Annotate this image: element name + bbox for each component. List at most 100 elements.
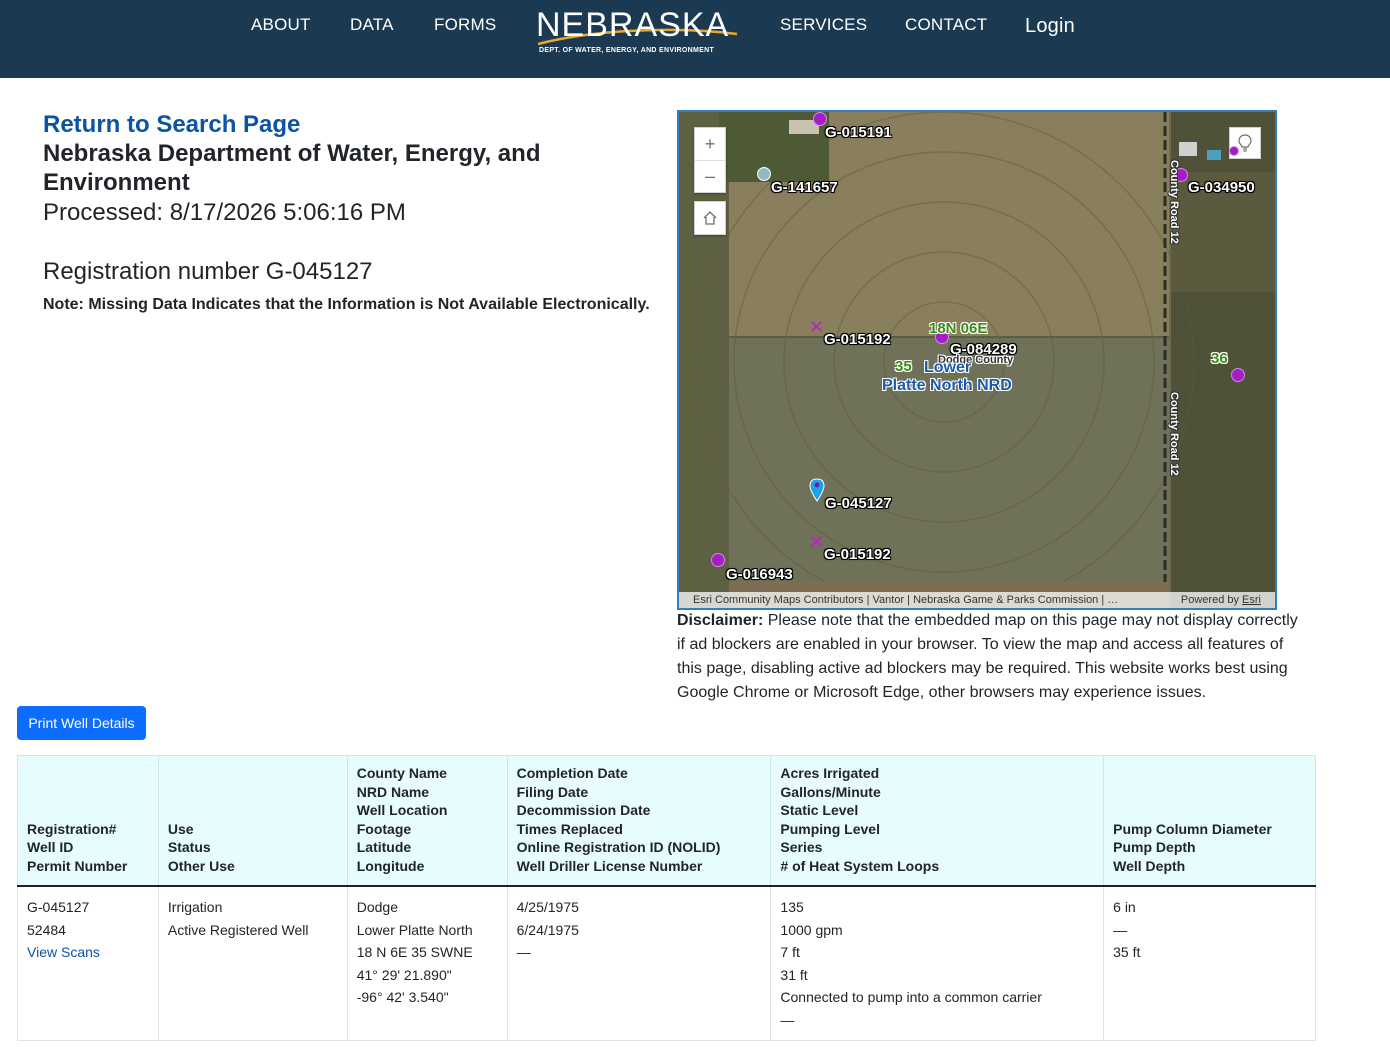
header-line: Gallons/Minute [780,783,881,800]
longitude-value: -96° 42' 3.540" [356,989,449,1006]
nav-services[interactable]: SERVICES [780,15,867,35]
township-label: 18N 06E [929,320,988,337]
header-use: Use Status Other Use [157,755,348,887]
well-label: G-034950 [1188,179,1255,196]
header-line: Latitude [356,839,412,855]
map-attribution: Esri Community Maps Contributors | Vanto… [679,592,1275,608]
header-line: Filing Date [516,783,589,800]
header-dates: Completion Date Filing Date Decommission… [506,755,772,887]
powered-by-text: Powered by [1180,594,1239,606]
nav-forms[interactable]: FORMS [434,15,496,35]
header-line: County Name [356,765,447,781]
header-line: Longitude [356,857,425,874]
return-to-search-link[interactable]: Return to Search Page [43,110,300,139]
pump-depth-value: — [1113,921,1128,938]
header-line: Use [167,820,194,837]
table-header-row: Registration# Well ID Permit Number Use … [17,755,1316,887]
nav-contact[interactable]: CONTACT [905,15,987,35]
header-registration: Registration# Well ID Permit Number [17,755,159,887]
road-label: County Road 12 [1168,392,1180,476]
selected-well-pin-icon[interactable] [809,478,825,502]
well-label: G-016943 [726,566,793,583]
header-line: Pumping Level [780,820,880,837]
header-line: Well Location [356,802,448,818]
home-icon [703,211,717,225]
well-details-table: Registration# Well ID Permit Number Use … [17,755,1316,1041]
header-line: NRD Name [356,783,430,800]
header-line: Registration# [27,820,117,837]
top-navigation-bar: ABOUT DATA FORMS NEBRASKA DEPT. OF WATER… [0,0,1390,78]
well-label-selected: G-045127 [825,495,892,512]
powered-by: Powered by Esri [1181,592,1261,608]
zoom-in-button[interactable]: + [695,128,725,160]
well-marker[interactable] [1231,368,1245,382]
header-location: County Name NRD Name Well Location Foota… [346,755,508,887]
well-location-map[interactable]: + – ✕ ✕ G-015191 G-141657 G-034950 G-015… [677,110,1277,610]
nav-data[interactable]: DATA [350,15,394,35]
header-line: # of Heat System Loops [780,857,940,874]
missing-data-note: Note: Missing Data Indicates that the In… [43,296,650,313]
header-line: Other Use [167,857,235,874]
header-line: Static Level [780,802,859,818]
completion-date-value: 4/25/1975 [516,899,579,915]
table-row: G-045127 52484 View Scans Irrigation Act… [17,885,1316,1041]
header-line: Pump Column Diameter [1113,820,1272,837]
view-scans-link[interactable]: View Scans [27,941,149,964]
well-marker[interactable] [757,167,771,181]
header-pumping: Acres Irrigated Gallons/Minute Static Le… [770,755,1105,887]
print-well-details-button[interactable]: Print Well Details [17,706,146,740]
header-line: Pump Depth [1113,839,1196,855]
header-line: Well Driller License Number [516,857,703,874]
header-line: Completion Date [516,765,628,781]
status-value: Active Registered Well [167,921,309,938]
nrd-label-line1: Lower [924,359,972,376]
registration-number: Registration number G-045127 [43,258,373,285]
well-label: G-015192 [824,331,891,348]
disclaimer-label: Disclaimer: [677,612,764,629]
decommissioned-well-marker[interactable]: ✕ [809,533,824,551]
well-id-value: 52484 [27,921,66,938]
zoom-controls: + – [694,127,726,193]
home-control [694,201,726,235]
gpm-value: 1000 gpm [780,921,843,938]
cell-use: Irrigation Active Registered Well [157,885,348,1041]
nav-about[interactable]: ABOUT [251,15,311,35]
location-value: 18 N 6E 35 SWNE [356,944,473,961]
decommission-date-value: — [516,944,531,961]
zoom-out-button[interactable]: – [695,160,725,192]
nrd-label-line2: Platte North NRD [882,377,1012,394]
latitude-value: 41° 29' 21.890" [356,966,452,983]
well-marker[interactable] [1229,146,1239,156]
cell-pumping: 135 1000 gpm 7 ft 31 ft Connected to pum… [770,885,1105,1041]
home-button[interactable] [695,202,725,234]
nebraska-logo[interactable]: NEBRASKA DEPT. OF WATER, ENERGY, AND ENV… [532,6,742,58]
well-depth-value: 35 ft [1113,944,1141,961]
lightbulb-icon [1238,134,1252,152]
registration-value: G-045127 [27,899,90,915]
static-level-value: 7 ft [780,944,800,961]
department-title: Nebraska Department of Water, Energy, an… [43,140,541,196]
processed-timestamp: Processed: 8/17/2026 5:06:16 PM [43,199,406,226]
filing-date-value: 6/24/1975 [516,921,579,938]
well-label: G-141657 [771,179,838,196]
decommissioned-well-marker[interactable]: ✕ [809,318,824,336]
header-line: Well Depth [1113,857,1186,874]
pump-column-value: 6 in [1113,899,1136,915]
cell-location: Dodge Lower Platte North 18 N 6E 35 SWNE… [346,885,508,1041]
acres-value: 135 [780,899,804,915]
nav-login[interactable]: Login [1025,14,1075,38]
well-label: G-015191 [825,124,892,141]
esri-link[interactable]: Esri [1242,594,1261,606]
header-line: Online Registration ID (NOLID) [516,839,721,855]
well-marker[interactable] [711,553,725,567]
pumping-level-value: 31 ft [780,966,808,983]
header-line: Status [167,839,211,855]
header-line: Decommission Date [516,802,651,818]
county-value: Dodge [356,899,398,915]
road-label: County Road 12 [1168,160,1180,244]
use-value: Irrigation [167,899,223,915]
header-line: Series [780,839,823,855]
well-label: G-015192 [824,546,891,563]
cell-pump: 6 in — 35 ft [1103,885,1316,1041]
header-line: Acres Irrigated [780,765,880,781]
